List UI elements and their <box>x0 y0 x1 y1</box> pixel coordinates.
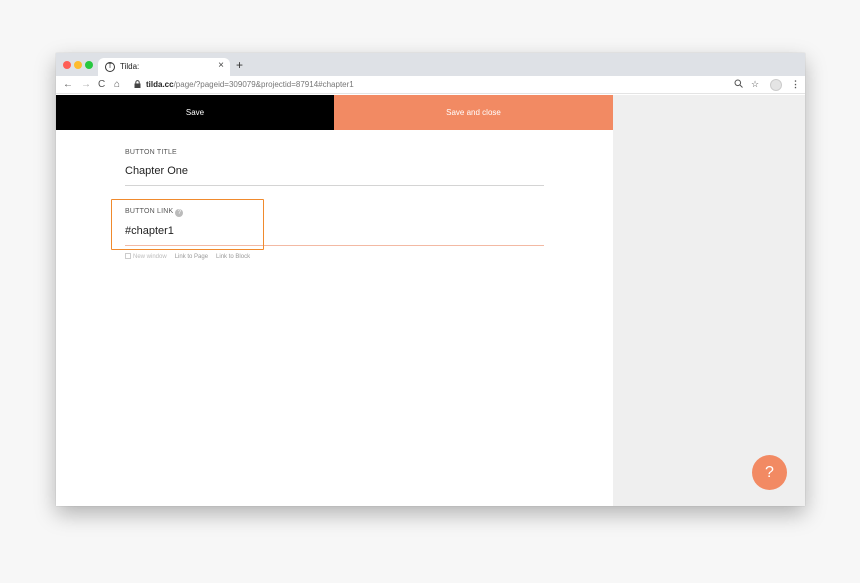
right-panel <box>613 95 805 506</box>
maximize-window-button[interactable] <box>85 61 93 69</box>
tilda-favicon-icon: T <box>105 62 115 72</box>
forward-arrow-icon[interactable]: → <box>81 78 91 91</box>
url-text: tilda.cc/page/?pageid=309079&projectid=8… <box>146 80 354 89</box>
address-bar[interactable]: tilda.cc/page/?pageid=309079&projectid=8… <box>130 78 772 92</box>
link-to-block-link[interactable]: Link to Block <box>216 254 250 260</box>
button-title-label: BUTTON TITLE <box>125 149 177 156</box>
button-title-input[interactable]: Chapter One <box>125 165 188 177</box>
link-to-page-link[interactable]: Link to Page <box>175 254 208 260</box>
browser-menu-icon[interactable]: ⋮ <box>791 79 800 90</box>
close-tab-icon[interactable]: × <box>218 60 224 71</box>
tab-title: Tilda: <box>120 62 140 71</box>
lock-icon <box>134 80 141 90</box>
button-title-underline <box>125 185 544 186</box>
new-tab-button[interactable]: + <box>236 58 243 72</box>
url-host: tilda.cc <box>146 80 174 89</box>
bookmark-star-icon[interactable]: ☆ <box>751 79 759 90</box>
url-path: /page/?pageid=309079&projectid=87914#cha… <box>173 80 354 89</box>
browser-tab[interactable]: T Tilda: × <box>98 58 230 76</box>
highlight-box <box>111 199 264 250</box>
browser-window: T Tilda: × + ← → C ⌂ tilda.cc/page/?page… <box>56 53 805 506</box>
new-window-label[interactable]: New window <box>133 254 167 260</box>
page-content: Save Save and close BUTTON TITLE Chapter… <box>56 95 805 506</box>
zoom-icon[interactable] <box>734 79 743 90</box>
save-and-close-button[interactable]: Save and close <box>334 95 613 130</box>
home-icon[interactable]: ⌂ <box>114 78 120 91</box>
back-arrow-icon[interactable]: ← <box>63 78 73 91</box>
reload-icon[interactable]: C <box>98 78 105 91</box>
close-window-button[interactable] <box>63 61 71 69</box>
tab-bar: T Tilda: × + <box>56 53 805 76</box>
link-options: New window Link to Page Link to Block <box>125 253 250 260</box>
minimize-window-button[interactable] <box>74 61 82 69</box>
browser-toolbar: ← → C ⌂ tilda.cc/page/?pageid=309079&pro… <box>56 76 805 94</box>
save-button[interactable]: Save <box>56 95 334 130</box>
help-chat-button[interactable]: ? <box>752 455 787 490</box>
new-window-checkbox[interactable] <box>125 253 131 259</box>
profile-avatar-icon[interactable] <box>770 79 782 91</box>
